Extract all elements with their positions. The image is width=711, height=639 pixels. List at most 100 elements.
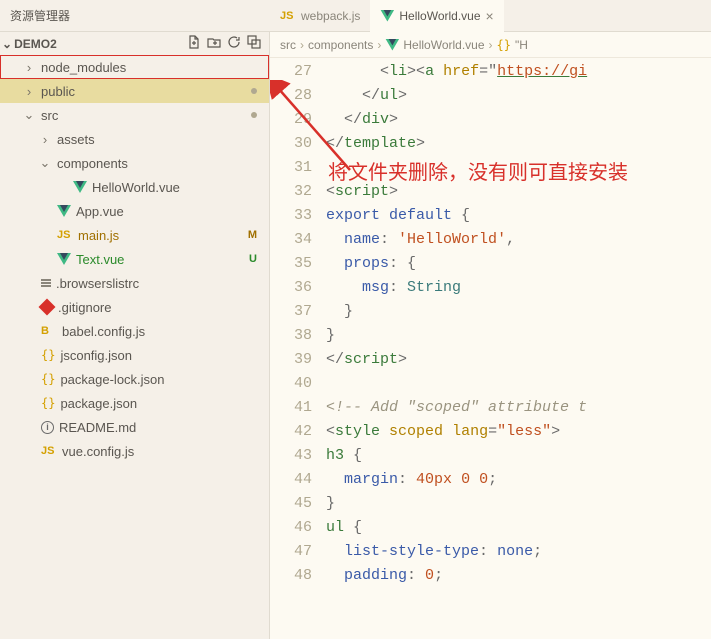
line-number: 29 bbox=[270, 108, 312, 132]
tree-item[interactable]: {} package.json bbox=[0, 391, 269, 415]
code-line[interactable]: padding: 0; bbox=[326, 564, 711, 588]
code-line[interactable]: <script> bbox=[326, 180, 711, 204]
tree-item[interactable]: HelloWorld.vue bbox=[0, 175, 269, 199]
code-line[interactable]: h3 { bbox=[326, 444, 711, 468]
code-line[interactable]: margin: 40px 0 0; bbox=[326, 468, 711, 492]
tree-item-label: package.json bbox=[60, 396, 261, 411]
gitignore-icon bbox=[39, 299, 56, 316]
line-number: 34 bbox=[270, 228, 312, 252]
gutter: 2728293031323334353637383940414243444546… bbox=[270, 58, 326, 639]
new-file-icon[interactable] bbox=[187, 35, 201, 52]
code-line[interactable]: } bbox=[326, 324, 711, 348]
code-line[interactable]: </template> bbox=[326, 132, 711, 156]
tree-item[interactable]: {} package-lock.json bbox=[0, 367, 269, 391]
status-badge: M bbox=[248, 229, 257, 241]
tree-item[interactable]: › node_modules bbox=[0, 55, 269, 79]
line-number: 47 bbox=[270, 540, 312, 564]
code-line[interactable]: export default { bbox=[326, 204, 711, 228]
code-lines[interactable]: <li><a href="https://gi </ul> </div></te… bbox=[326, 58, 711, 639]
chevron-right-icon: › bbox=[377, 38, 381, 52]
breadcrumb-part[interactable]: src bbox=[280, 38, 296, 52]
line-number: 41 bbox=[270, 396, 312, 420]
code-line[interactable] bbox=[326, 372, 711, 396]
line-number: 31 bbox=[270, 156, 312, 180]
braces-icon: {} bbox=[497, 38, 511, 52]
breadcrumb-part[interactable]: components bbox=[308, 38, 373, 52]
tree-item[interactable]: Text.vueU bbox=[0, 247, 269, 271]
braces-icon: {} bbox=[41, 348, 55, 362]
code-line[interactable]: list-style-type: none; bbox=[326, 540, 711, 564]
chevron-icon: › bbox=[22, 60, 36, 75]
tab-helloworld[interactable]: HelloWorld.vue × bbox=[370, 0, 503, 32]
code-line[interactable] bbox=[326, 156, 711, 180]
braces-icon: {} bbox=[41, 372, 55, 386]
tree-item-label: package-lock.json bbox=[60, 372, 261, 387]
tree-item-label: .browserslistrc bbox=[56, 276, 261, 291]
tree-item-label: README.md bbox=[59, 420, 261, 435]
collapse-icon[interactable] bbox=[247, 35, 261, 52]
code-line[interactable]: name: 'HelloWorld', bbox=[326, 228, 711, 252]
tree-item[interactable]: {}jsconfig.json bbox=[0, 343, 269, 367]
explorer-sidebar: ⌄ DEMO2 ›node_modules›public⌄src›assets⌄… bbox=[0, 32, 270, 639]
code-line[interactable]: <style scoped lang="less"> bbox=[326, 420, 711, 444]
code-line[interactable]: ul { bbox=[326, 516, 711, 540]
tree-item[interactable]: ⌄components bbox=[0, 151, 269, 175]
tree-item[interactable]: ⌄src bbox=[0, 103, 269, 127]
chevron-down-icon: ⌄ bbox=[2, 37, 12, 51]
code-line[interactable]: </ul> bbox=[326, 84, 711, 108]
explorer-header[interactable]: ⌄ DEMO2 bbox=[0, 32, 269, 55]
code-line[interactable]: </div> bbox=[326, 108, 711, 132]
editor: src › components › HelloWorld.vue › {} "… bbox=[270, 32, 711, 639]
vue-icon bbox=[380, 10, 394, 22]
line-number: 36 bbox=[270, 276, 312, 300]
tree-item-label: node_modules bbox=[41, 60, 261, 75]
vue-icon bbox=[385, 39, 399, 51]
line-number: 44 bbox=[270, 468, 312, 492]
tree-item-label: babel.config.js bbox=[62, 324, 261, 339]
tree-item[interactable]: App.vue bbox=[0, 199, 269, 223]
vue-icon bbox=[57, 253, 71, 265]
code-line[interactable]: } bbox=[326, 300, 711, 324]
code-line[interactable]: msg: String bbox=[326, 276, 711, 300]
braces-icon: {} bbox=[41, 396, 55, 410]
dirty-dot bbox=[251, 112, 257, 118]
tree-item[interactable]: Bbabel.config.js bbox=[0, 319, 269, 343]
line-number: 30 bbox=[270, 132, 312, 156]
tree-item[interactable]: ›assets bbox=[0, 127, 269, 151]
refresh-icon[interactable] bbox=[227, 35, 241, 52]
code-line[interactable]: <li><a href="https://gi bbox=[326, 60, 711, 84]
line-number: 42 bbox=[270, 420, 312, 444]
line-number: 46 bbox=[270, 516, 312, 540]
tree-item[interactable]: JSmain.jsM bbox=[0, 223, 269, 247]
tree-item-label: .gitignore bbox=[58, 300, 261, 315]
line-number: 45 bbox=[270, 492, 312, 516]
code-line[interactable]: </script> bbox=[326, 348, 711, 372]
close-icon[interactable]: × bbox=[486, 8, 494, 24]
file-tree: ›node_modules›public⌄src›assets⌄componen… bbox=[0, 55, 269, 639]
tree-item[interactable]: ›public bbox=[0, 79, 269, 103]
tree-item[interactable]: i README.md bbox=[0, 415, 269, 439]
info-icon: i bbox=[41, 421, 54, 434]
line-number: 48 bbox=[270, 564, 312, 588]
tabs: JS webpack.js HelloWorld.vue × bbox=[270, 0, 711, 31]
tab-webpack[interactable]: JS webpack.js bbox=[270, 0, 370, 32]
main: ⌄ DEMO2 ›node_modules›public⌄src›assets⌄… bbox=[0, 32, 711, 639]
js-icon: JS bbox=[280, 10, 296, 22]
code-editor[interactable]: 2728293031323334353637383940414243444546… bbox=[270, 58, 711, 639]
tree-item[interactable]: .browserslistrc bbox=[0, 271, 269, 295]
line-number: 35 bbox=[270, 252, 312, 276]
tree-item-label: public bbox=[41, 84, 246, 99]
tree-item-label: src bbox=[41, 108, 246, 123]
code-line[interactable]: <!-- Add "scoped" attribute t bbox=[326, 396, 711, 420]
new-folder-icon[interactable] bbox=[207, 35, 221, 52]
line-number: 43 bbox=[270, 444, 312, 468]
tree-item[interactable]: JSvue.config.js bbox=[0, 439, 269, 463]
code-line[interactable]: } bbox=[326, 492, 711, 516]
tree-item[interactable]: .gitignore bbox=[0, 295, 269, 319]
chevron-icon: ⌄ bbox=[38, 155, 52, 171]
code-line[interactable]: props: { bbox=[326, 252, 711, 276]
breadcrumb-part[interactable]: HelloWorld.vue bbox=[403, 38, 484, 52]
babel-icon: B bbox=[41, 325, 57, 337]
lines-icon bbox=[41, 279, 51, 287]
breadcrumb[interactable]: src › components › HelloWorld.vue › {} "… bbox=[270, 32, 711, 58]
